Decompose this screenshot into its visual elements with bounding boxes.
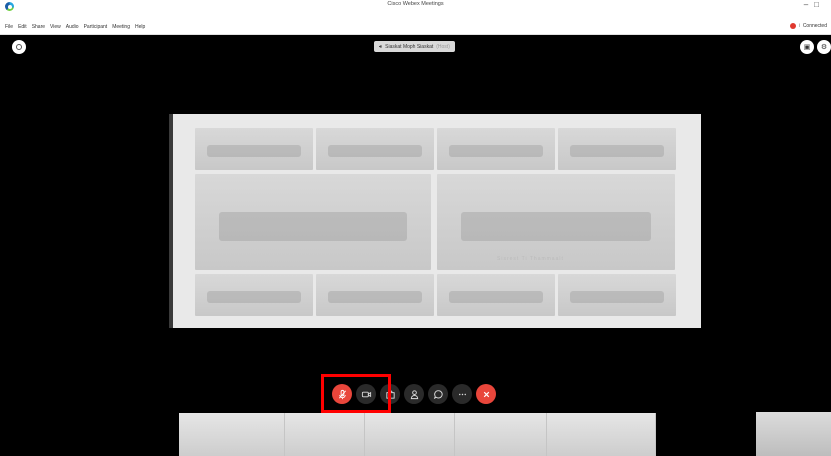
info-icon: i xyxy=(798,23,800,29)
participant-tile xyxy=(558,128,676,170)
layout-button[interactable]: ▣ xyxy=(800,40,814,54)
end-meeting-button[interactable] xyxy=(476,384,496,404)
participant-tile xyxy=(316,128,434,170)
participant-tile xyxy=(437,128,555,170)
minimize-button[interactable]: – xyxy=(804,0,814,9)
chat-icon xyxy=(433,389,443,399)
participant-tile xyxy=(316,274,434,316)
speaker-name: Siaskat Moph Siaskat xyxy=(385,43,434,50)
participant-tile xyxy=(437,274,555,316)
participant-thumbnail[interactable] xyxy=(547,413,656,456)
video-grid: Sisrest Ti Thammaalt xyxy=(195,128,676,316)
active-speaker-indicator: 🔊︎ Siaskat Moph Siaskat (Host) xyxy=(374,41,455,52)
participant-tile xyxy=(558,274,676,316)
menu-participant[interactable]: Participant xyxy=(84,24,108,30)
window-title: Cisco Webex Meetings xyxy=(387,1,444,7)
connection-status-label: Connected xyxy=(802,23,827,29)
menu-meeting[interactable]: Meeting xyxy=(112,24,130,30)
participant-thumbnail[interactable] xyxy=(285,413,365,456)
layout-icon: ▣ xyxy=(803,44,811,51)
settings-button[interactable]: ⚙ xyxy=(817,40,831,54)
participant-strip xyxy=(179,413,656,456)
menu-audio[interactable]: Audio xyxy=(66,24,79,30)
participants-icon xyxy=(410,389,418,399)
participant-thumbnail[interactable] xyxy=(365,413,455,456)
participant-tile-large: Sisrest Ti Thammaalt xyxy=(437,174,675,270)
window-controls: –□ xyxy=(804,0,825,9)
shared-screen-view: Sisrest Ti Thammaalt xyxy=(169,114,701,328)
menu-view[interactable]: View xyxy=(50,24,61,30)
gear-icon: ⚙ xyxy=(820,44,828,51)
participant-tile xyxy=(195,274,313,316)
more-icon xyxy=(458,393,466,395)
webex-meeting-window: Cisco Webex Meetings –□ File Edit Share … xyxy=(0,0,831,456)
menu-share[interactable]: Share xyxy=(32,24,45,30)
participant-thumbnail[interactable] xyxy=(179,413,285,456)
participant-tile xyxy=(195,128,313,170)
close-icon xyxy=(483,391,489,397)
menu-file[interactable]: File xyxy=(5,24,13,30)
participants-button[interactable] xyxy=(404,384,424,404)
connection-status[interactable]: i Connected xyxy=(789,23,827,29)
self-view-video[interactable] xyxy=(756,412,831,456)
menu-bar: File Edit Share View Audio Participant M… xyxy=(0,13,831,35)
speaker-role-tag: (Host) xyxy=(436,43,450,50)
speaker-icon: 🔊︎ xyxy=(379,43,383,50)
menu-edit[interactable]: Edit xyxy=(18,24,27,30)
more-button[interactable] xyxy=(452,384,472,404)
title-bar: Cisco Webex Meetings –□ xyxy=(0,0,831,13)
chat-button[interactable] xyxy=(428,384,448,404)
participant-thumbnail[interactable] xyxy=(455,413,547,456)
menu-help[interactable]: Help xyxy=(135,24,145,30)
maximize-button[interactable]: □ xyxy=(814,0,825,9)
menu-items: File Edit Share View Audio Participant M… xyxy=(5,24,145,30)
connection-status-icon xyxy=(789,23,796,29)
meeting-info-button[interactable] xyxy=(12,40,26,54)
annotation-highlight-box xyxy=(321,374,391,413)
participant-tile-large xyxy=(195,174,431,270)
info-icon xyxy=(16,44,22,50)
top-right-controls: ▣ ⚙ xyxy=(800,40,831,54)
